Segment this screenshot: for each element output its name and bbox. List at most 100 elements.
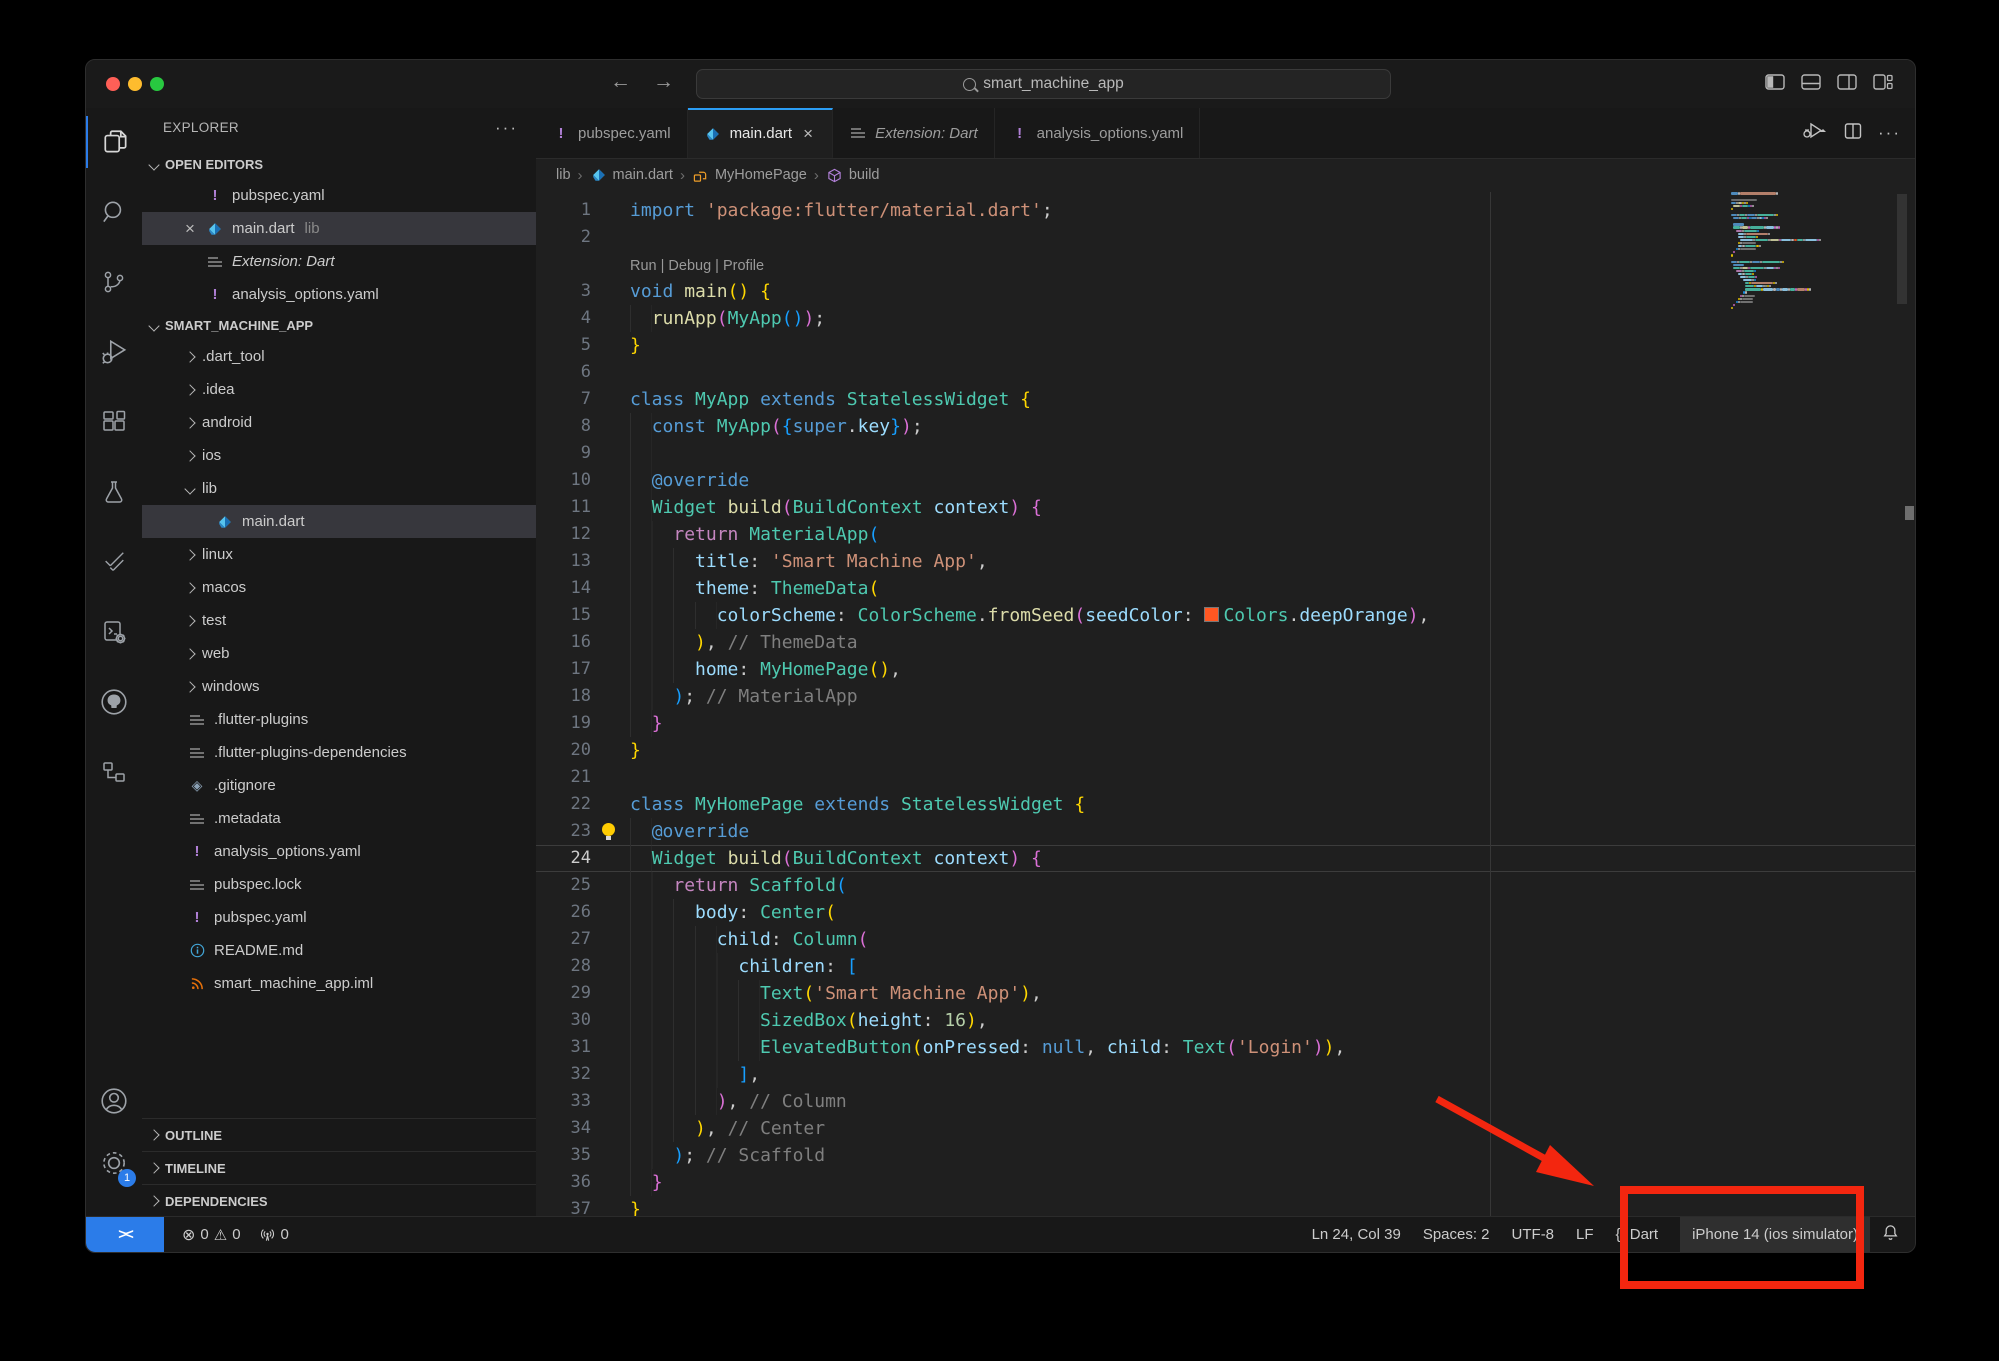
open-editor-item[interactable]: !pubspec.yaml: [142, 179, 536, 212]
window-zoom-button[interactable]: [150, 77, 164, 91]
tree-file-analysis_optionsyaml[interactable]: !analysis_options.yaml: [142, 835, 536, 868]
code-line-14[interactable]: 14 theme: ThemeData(: [536, 575, 1915, 602]
code-line-17[interactable]: 17 home: MyHomePage(),: [536, 656, 1915, 683]
activity-item-source-control[interactable]: [86, 256, 142, 308]
breadcrumb-item[interactable]: build: [826, 167, 880, 183]
toggle-sidebar-icon[interactable]: [1765, 73, 1785, 91]
tree-folder-macos[interactable]: macos: [142, 571, 536, 604]
activity-item-explorer[interactable]: [86, 116, 144, 168]
tab-maindart[interactable]: main.dart×: [688, 108, 834, 158]
tab-pubspecyaml[interactable]: !pubspec.yaml: [536, 108, 688, 158]
activity-item-code-runner[interactable]: [86, 606, 142, 658]
status-item-utf-8[interactable]: UTF-8: [1512, 1226, 1555, 1243]
code-line-15[interactable]: 15 colorScheme: ColorScheme.fromSeed(see…: [536, 602, 1915, 629]
tree-file-maindart[interactable]: main.dart: [142, 505, 536, 538]
code-line-9[interactable]: 9: [536, 440, 1915, 467]
status-item--dart[interactable]: {} Dart: [1616, 1226, 1659, 1243]
tree-file-smart_machine_appiml[interactable]: smart_machine_app.iml: [142, 967, 536, 1000]
activity-item-search[interactable]: [86, 186, 142, 238]
code-line-22[interactable]: 22class MyHomePage extends StatelessWidg…: [536, 791, 1915, 818]
code-line-33[interactable]: 33 ), // Column: [536, 1088, 1915, 1115]
code-line-19[interactable]: 19 }: [536, 710, 1915, 737]
code-line-7[interactable]: 7class MyApp extends StatelessWidget {: [536, 386, 1915, 413]
sidebar-more-actions-icon[interactable]: ···: [495, 108, 518, 148]
code-line-31[interactable]: 31 ElevatedButton(onPressed: null, child…: [536, 1034, 1915, 1061]
minimap[interactable]: [1731, 192, 1859, 313]
problems-indicator[interactable]: ⊗ 0 ⚠ 0: [182, 1225, 241, 1245]
breadcrumb-item[interactable]: main.dart: [590, 167, 673, 183]
activity-item-testing[interactable]: [86, 466, 142, 518]
window-minimize-button[interactable]: [128, 77, 142, 91]
tree-file-flutterpluginsdependencies[interactable]: .flutter-plugins-dependencies: [142, 736, 536, 769]
open-editor-item[interactable]: Extension: Dart: [142, 245, 536, 278]
tab-analysis_optionsyaml[interactable]: !analysis_options.yaml: [995, 108, 1201, 158]
window-close-button[interactable]: [106, 77, 120, 91]
code-line-5[interactable]: 5}: [536, 332, 1915, 359]
tree-folder-ios[interactable]: ios: [142, 439, 536, 472]
tree-folder-dart_tool[interactable]: .dart_tool: [142, 340, 536, 373]
close-tab-icon[interactable]: ×: [800, 124, 816, 144]
tree-file-pubspeclock[interactable]: pubspec.lock: [142, 868, 536, 901]
code-line-1[interactable]: 1import 'package:flutter/material.dart';: [536, 197, 1915, 224]
code-line-34[interactable]: 34 ), // Center: [536, 1115, 1915, 1142]
tab-ExtensionDart[interactable]: Extension: Dart: [833, 108, 995, 158]
remote-indicator[interactable]: ><: [86, 1217, 164, 1252]
code-line-36[interactable]: 36 }: [536, 1169, 1915, 1196]
code-line-32[interactable]: 32 ],: [536, 1061, 1915, 1088]
sidebar-section-outline[interactable]: OUTLINE: [142, 1118, 536, 1151]
color-swatch[interactable]: [1204, 607, 1219, 622]
editor-more-actions-icon[interactable]: ···: [1878, 123, 1901, 143]
activity-item-flutter[interactable]: [86, 536, 142, 588]
editor-scrollbar[interactable]: [1897, 194, 1907, 304]
nav-back-icon[interactable]: ←: [610, 70, 631, 94]
code-line-23[interactable]: 23 @override: [536, 818, 1915, 845]
code-line-24[interactable]: 24 Widget build(BuildContext context) {: [536, 845, 1915, 872]
breadcrumb-item[interactable]: lib: [556, 167, 571, 183]
tree-file-flutterplugins[interactable]: .flutter-plugins: [142, 703, 536, 736]
code-line-12[interactable]: 12 return MaterialApp(: [536, 521, 1915, 548]
toggle-panel-icon[interactable]: [1801, 73, 1821, 91]
tree-file-READMEmd[interactable]: README.md: [142, 934, 536, 967]
open-editor-item[interactable]: !analysis_options.yaml: [142, 278, 536, 311]
notifications-bell-icon[interactable]: [1882, 1224, 1899, 1245]
tree-folder-android[interactable]: android: [142, 406, 536, 439]
code-editor[interactable]: 1import 'package:flutter/material.dart';…: [536, 197, 1915, 1217]
status-item-iphone-14-ios-simulator-[interactable]: iPhone 14 (ios simulator): [1680, 1217, 1870, 1252]
activity-item-run-debug[interactable]: [86, 326, 142, 378]
breadcrumb-item[interactable]: MyHomePage: [692, 167, 807, 183]
tree-folder-linux[interactable]: linux: [142, 538, 536, 571]
tree-folder-test[interactable]: test: [142, 604, 536, 637]
code-line-13[interactable]: 13 title: 'Smart Machine App',: [536, 548, 1915, 575]
open-editors-header[interactable]: OPEN EDITORS: [142, 150, 536, 179]
split-editor-icon[interactable]: [1844, 122, 1862, 145]
tree-folder-lib[interactable]: lib: [142, 472, 536, 505]
close-editor-icon[interactable]: ×: [182, 219, 198, 239]
code-line-8[interactable]: 8 const MyApp({super.key});: [536, 413, 1915, 440]
sidebar-section-timeline[interactable]: TIMELINE: [142, 1151, 536, 1184]
lightbulb-icon[interactable]: [602, 823, 615, 836]
code-line-37[interactable]: 37}: [536, 1196, 1915, 1217]
ports-indicator[interactable]: 0: [259, 1226, 289, 1243]
customize-layout-icon[interactable]: [1873, 73, 1893, 91]
activity-item-extensions[interactable]: [86, 396, 142, 448]
code-line-4[interactable]: 4 runApp(MyApp());: [536, 305, 1915, 332]
tree-folder-web[interactable]: web: [142, 637, 536, 670]
code-line-20[interactable]: 20}: [536, 737, 1915, 764]
code-line-27[interactable]: 27 child: Column(: [536, 926, 1915, 953]
toggle-secondary-sidebar-icon[interactable]: [1837, 73, 1857, 91]
status-item-spaces-2[interactable]: Spaces: 2: [1423, 1226, 1490, 1243]
status-item-lf[interactable]: LF: [1576, 1226, 1594, 1243]
code-line-18[interactable]: 18 ); // MaterialApp: [536, 683, 1915, 710]
code-line-21[interactable]: 21: [536, 764, 1915, 791]
code-line-28[interactable]: 28 children: [: [536, 953, 1915, 980]
tree-file-metadata[interactable]: .metadata: [142, 802, 536, 835]
code-line-25[interactable]: 25 return Scaffold(: [536, 872, 1915, 899]
activity-item-settings[interactable]: 1: [86, 1137, 142, 1189]
tree-file-gitignore[interactable]: ◈.gitignore: [142, 769, 536, 802]
project-root-header[interactable]: SMART_MACHINE_APP: [142, 311, 536, 340]
code-line-6[interactable]: 6: [536, 359, 1915, 386]
run-or-debug-icon[interactable]: [1802, 122, 1828, 145]
activity-item-account[interactable]: [86, 1075, 142, 1127]
tree-folder-idea[interactable]: .idea: [142, 373, 536, 406]
tree-file-pubspecyaml[interactable]: !pubspec.yaml: [142, 901, 536, 934]
